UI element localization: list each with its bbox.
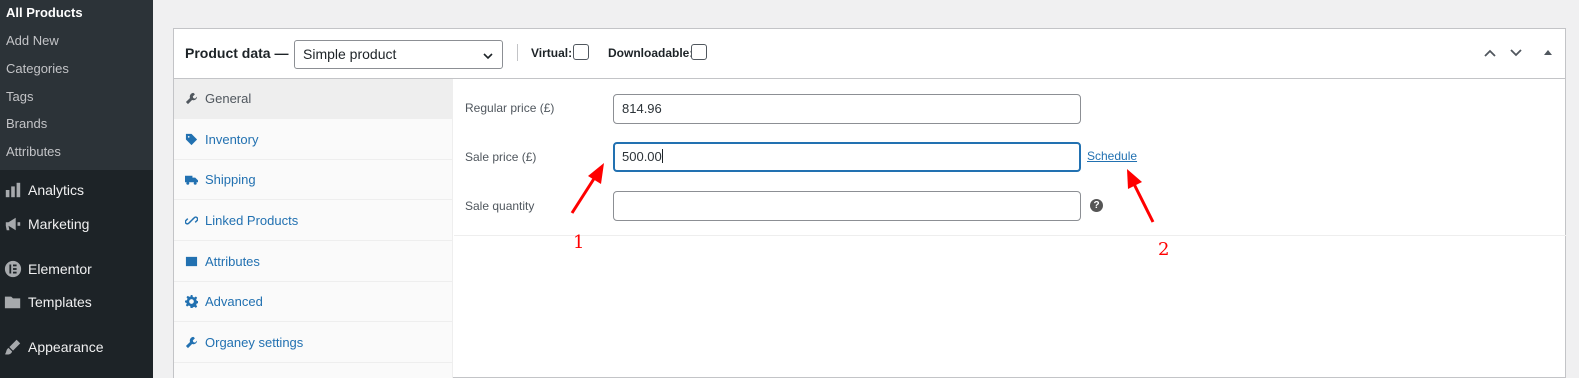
- gear-icon: [184, 295, 198, 309]
- menu-label: Templates: [28, 294, 92, 310]
- tab-shipping[interactable]: Shipping: [174, 160, 453, 200]
- downloadable-checkbox[interactable]: [691, 44, 707, 60]
- sale-price-label: Sale price (£): [465, 150, 537, 164]
- product-type-value: Simple product: [303, 46, 397, 62]
- menu-templates[interactable]: Templates: [0, 287, 153, 317]
- wrench-icon: [184, 92, 198, 106]
- menu-elementor[interactable]: Elementor: [0, 254, 153, 284]
- tab-label: Shipping: [205, 172, 256, 187]
- product-data-title: Product data —: [185, 45, 289, 61]
- product-data-tabs: General Inventory Shipping Linked Produc…: [174, 79, 453, 378]
- tab-label: Attributes: [205, 254, 260, 269]
- virtual-label: Virtual:: [531, 46, 573, 60]
- submenu-tags[interactable]: Tags: [6, 89, 33, 105]
- tab-label: Inventory: [205, 132, 259, 147]
- submenu-categories[interactable]: Categories: [6, 61, 69, 77]
- submenu-brands[interactable]: Brands: [6, 116, 47, 132]
- submenu-all-products[interactable]: All Products: [6, 5, 83, 21]
- menu-marketing[interactable]: Marketing: [0, 209, 153, 239]
- menu-label: Analytics: [28, 182, 85, 198]
- sale-price-input[interactable]: 500.00: [613, 142, 1081, 172]
- tab-label: Advanced: [205, 294, 263, 309]
- submenu-add-new[interactable]: Add New: [6, 33, 59, 49]
- admin-sidebar: All Products Add New Categories Tags Bra…: [0, 0, 153, 378]
- submenu-attributes[interactable]: Attributes: [6, 144, 61, 160]
- text-cursor: [661, 149, 663, 163]
- table-icon: [184, 255, 198, 269]
- collapse-toggle-icon[interactable]: [1540, 45, 1556, 61]
- menu-label: Elementor: [28, 261, 92, 277]
- tab-linked-products[interactable]: Linked Products: [174, 201, 453, 241]
- menu-analytics[interactable]: Analytics: [0, 175, 153, 205]
- menu-label: Marketing: [28, 216, 90, 232]
- product-data-header: Product data — Simple product Virtual: D…: [174, 29, 1565, 79]
- bar-chart-icon: [0, 181, 28, 199]
- folder-icon: [0, 293, 28, 311]
- tag-icon: [184, 133, 198, 147]
- help-tip-icon[interactable]: ?: [1090, 199, 1103, 212]
- sale-quantity-label: Sale quantity: [465, 199, 535, 213]
- schedule-link[interactable]: Schedule: [1087, 149, 1137, 163]
- megaphone-icon: [0, 215, 28, 233]
- tab-label: Organey settings: [205, 335, 304, 350]
- menu-label: Appearance: [28, 339, 104, 355]
- downloadable-label: Downloadable:: [608, 46, 694, 60]
- move-down-icon[interactable]: [1508, 45, 1524, 61]
- virtual-checkbox[interactable]: [573, 44, 589, 60]
- move-up-icon[interactable]: [1482, 45, 1498, 61]
- product-data-box: Product data — Simple product Virtual: D…: [173, 28, 1566, 378]
- tab-general[interactable]: General: [174, 79, 453, 119]
- paintbrush-icon: [0, 338, 28, 356]
- elementor-icon: [0, 260, 28, 278]
- wrench-icon: [184, 336, 198, 350]
- general-panel: Regular price (£) 814.96 Sale price (£) …: [454, 79, 1566, 236]
- truck-icon: [184, 173, 198, 187]
- tab-inventory[interactable]: Inventory: [174, 120, 453, 160]
- regular-price-label: Regular price (£): [465, 101, 555, 115]
- header-divider: [517, 44, 518, 61]
- tab-label: Linked Products: [205, 213, 299, 228]
- link-icon: [184, 214, 198, 228]
- regular-price-input[interactable]: 814.96: [613, 94, 1081, 124]
- chevron-down-icon: [482, 49, 494, 61]
- tab-attributes[interactable]: Attributes: [174, 242, 453, 282]
- regular-price-value: 814.96: [622, 101, 662, 116]
- menu-appearance[interactable]: Appearance: [0, 332, 153, 362]
- tab-organey-settings[interactable]: Organey settings: [174, 323, 453, 363]
- tab-label: General: [205, 91, 252, 106]
- sale-quantity-input[interactable]: [613, 191, 1081, 221]
- sale-price-value: 500.00: [622, 149, 662, 164]
- product-type-select[interactable]: Simple product: [294, 40, 503, 69]
- products-submenu: All Products Add New Categories Tags Bra…: [0, 0, 153, 170]
- tab-advanced[interactable]: Advanced: [174, 282, 453, 322]
